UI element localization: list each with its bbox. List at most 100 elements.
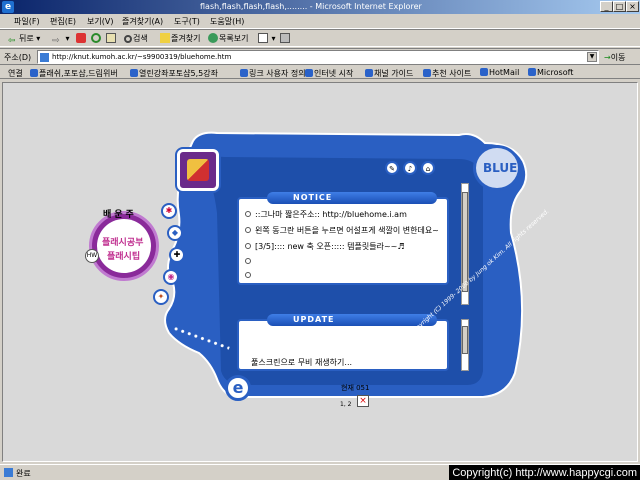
standard-toolbar: ⇦ 뒤로 ▾ ⇨ ▾ 검색 즐겨찾기 목록보기 ▾: [0, 29, 640, 47]
back-button[interactable]: ⇦ 뒤로 ▾: [8, 32, 40, 46]
minimize-button[interactable]: _: [600, 1, 613, 12]
bullet-icon: [245, 272, 251, 278]
link-label: 링크 사용자 정의: [249, 69, 306, 78]
search-button[interactable]: 검색: [124, 32, 148, 46]
mail-icon: [258, 33, 268, 43]
top-icon-3[interactable]: ⌂: [421, 161, 435, 175]
notice-line[interactable]: [3/5]:::: new 축 오픈::::: 템플릿들라~~♬: [245, 241, 405, 252]
back-label: 뒤로: [19, 34, 34, 43]
nav-button-3[interactable]: ✚: [169, 247, 185, 263]
links-label: 연결: [8, 69, 23, 78]
watermark: Copyright(c) http://www.happycgi.com: [449, 465, 640, 480]
left-menu-label-study[interactable]: 플래시공부: [102, 235, 143, 248]
menu-edit[interactable]: 편집(E): [50, 16, 76, 27]
favorites-label: 즐겨찾기: [171, 34, 201, 43]
print-icon: [280, 33, 290, 43]
link-label: 인터넷 시작: [314, 69, 354, 78]
link-item[interactable]: HotMail: [480, 68, 519, 77]
stop-button[interactable]: [76, 32, 87, 46]
address-input[interactable]: http://knut.kumoh.ac.kr/~s9900319/blueho…: [37, 50, 599, 64]
nav-button-2[interactable]: ◆: [167, 225, 183, 241]
notice-line[interactable]: [245, 271, 255, 280]
favorites-button[interactable]: 즐겨찾기: [160, 32, 200, 46]
address-url: http://knut.kumoh.ac.kr/~s9900319/blueho…: [52, 53, 232, 61]
left-menu-side-badge[interactable]: HW: [85, 249, 99, 263]
update-scroll-thumb[interactable]: [462, 326, 468, 354]
link-label: HotMail: [489, 68, 520, 77]
top-icon-1[interactable]: ✎: [385, 161, 399, 175]
stop-icon: [76, 33, 86, 43]
nav-icon-5: ✦: [157, 292, 165, 301]
mail-button[interactable]: ▾: [258, 32, 276, 46]
go-label: 이동: [610, 53, 626, 62]
menu-favorites[interactable]: 즐겨찾기(A): [122, 16, 163, 27]
go-button[interactable]: →이동: [604, 52, 625, 63]
link-item[interactable]: 인터넷 시작: [305, 68, 353, 79]
home-small-icon: ⌂: [425, 165, 431, 173]
update-heading: UPDATE: [267, 314, 437, 326]
link-label: 열린강좌포토샵5,5강좌: [139, 69, 218, 78]
history-button[interactable]: 목록보기: [208, 32, 248, 46]
edit-icon: ✎: [389, 165, 395, 173]
notice-line[interactable]: [245, 257, 255, 266]
nav-button-5[interactable]: ✦: [153, 289, 169, 305]
menu-help[interactable]: 도움말(H): [210, 16, 244, 27]
link-item[interactable]: 플래쉬,포토샵,드림위버: [30, 68, 118, 79]
nav-icon-4: ◉: [167, 272, 175, 281]
update-line[interactable]: 풀스크린으로 무비 재생하기...: [251, 357, 352, 368]
go-arrow-icon: →: [604, 53, 611, 62]
window-titlebar: e flash,flash,flash,flash,........ - Mic…: [0, 0, 640, 14]
sound-icon: ♪: [407, 165, 413, 173]
update-scrollbar[interactable]: [461, 319, 469, 371]
status-bar: 완료 Copyright(c) http://www.happycgi.com: [0, 464, 640, 480]
nav-icon-2: ◆: [171, 228, 179, 237]
ie-link-icon: [528, 68, 536, 76]
forward-button[interactable]: ⇨ ▾: [52, 32, 70, 46]
ie-link-icon: [423, 69, 431, 77]
link-item[interactable]: 열린강좌포토샵5,5강좌: [130, 68, 218, 79]
top-icon-2[interactable]: ♪: [403, 161, 417, 175]
home-icon: [106, 33, 116, 43]
movie-clapper-icon: [187, 159, 209, 181]
nav-button-4[interactable]: ◉: [163, 269, 179, 285]
ie-link-icon: [305, 69, 313, 77]
page-content: 배운주 플래시공부 플래시팁 HW ✱ ◆ ✚ ◉ ✦ BLUE ✎ ♪ ⌂ N…: [2, 82, 638, 462]
close-flash-button[interactable]: ×: [357, 395, 369, 407]
ie-link-icon: [480, 68, 488, 76]
favorites-icon: [160, 33, 170, 43]
back-arrow-icon: ⇦: [8, 36, 16, 46]
ie-link-icon: [365, 69, 373, 77]
link-item[interactable]: 링크 사용자 정의: [240, 68, 306, 79]
left-menu-label-tips[interactable]: 플래시팁: [107, 249, 140, 262]
link-label: 플래쉬,포토샵,드림위버: [39, 69, 118, 78]
maximize-button[interactable]: □: [613, 1, 626, 12]
notice-line[interactable]: ::그나마 짧은주소:: http://bluehome.i.am: [245, 209, 407, 220]
status-page-icon: [4, 468, 13, 477]
menu-tools[interactable]: 도구(T): [174, 16, 200, 27]
refresh-icon: [91, 33, 101, 43]
menu-file[interactable]: 파일(F): [14, 16, 40, 27]
blue-logo-text: BLUE: [483, 161, 518, 175]
link-label: 추천 사이트: [432, 69, 472, 78]
link-item[interactable]: 추천 사이트: [423, 68, 471, 79]
notice-line[interactable]: 왼쪽 동그란 버튼을 누르면 어설프게 색깔이 변한데요~: [245, 225, 439, 236]
nav-button-1[interactable]: ✱: [161, 203, 177, 219]
ie-link-icon: [30, 69, 38, 77]
forward-arrow-icon: ⇨: [52, 36, 60, 46]
refresh-button[interactable]: [91, 32, 102, 46]
close-button[interactable]: ×: [626, 1, 639, 12]
visitor-counter: 현재 051: [341, 384, 370, 392]
link-label: 채널 가이드: [374, 69, 414, 78]
bullet-icon: [245, 227, 251, 233]
menu-view[interactable]: 보기(V): [87, 16, 113, 27]
left-menu-top-text: 배운주: [103, 210, 137, 220]
print-button[interactable]: [280, 32, 291, 46]
address-label: 주소(D): [4, 53, 32, 62]
e-badge[interactable]: e: [225, 375, 251, 401]
link-item[interactable]: Microsoft: [528, 68, 573, 77]
home-button[interactable]: [106, 32, 117, 46]
status-text: 완료: [16, 469, 31, 478]
link-item[interactable]: 채널 가이드: [365, 68, 413, 79]
search-icon: [124, 35, 132, 43]
address-dropdown-arrow[interactable]: ▼: [587, 52, 597, 62]
